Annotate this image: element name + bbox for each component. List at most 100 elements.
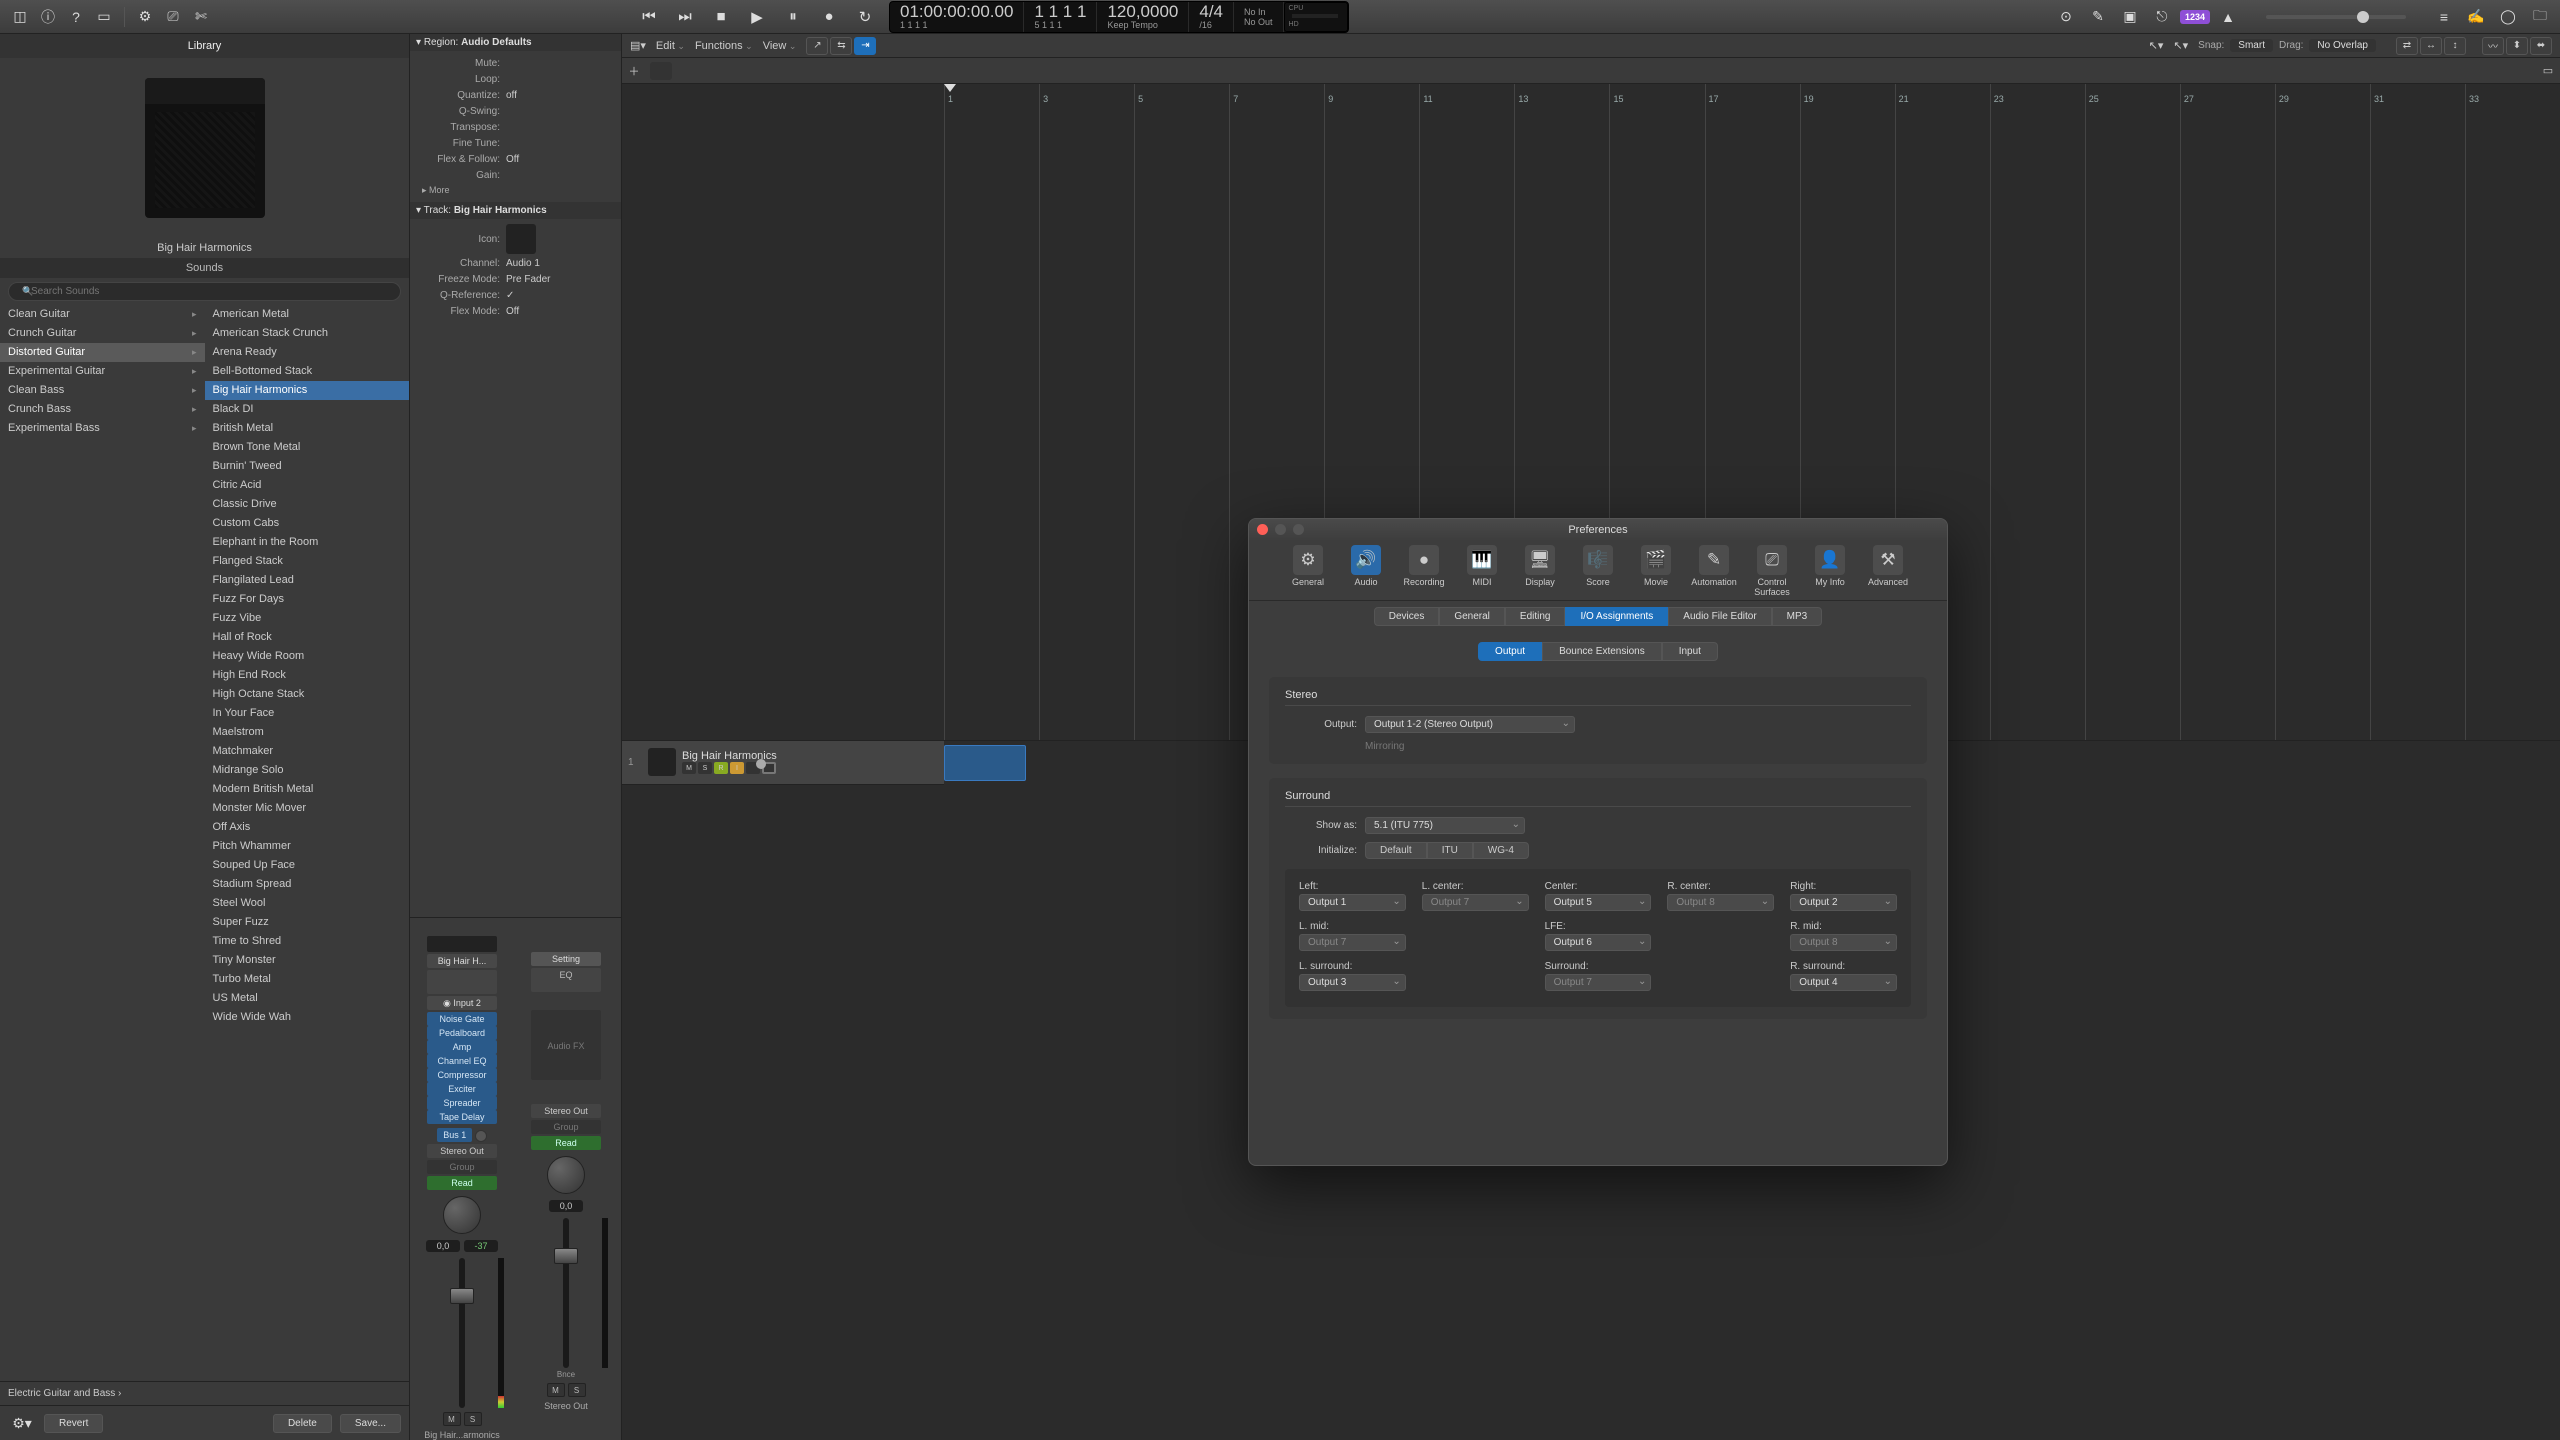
master-volume-slider[interactable] (2266, 15, 2406, 19)
insert-slot[interactable]: Compressor (427, 1068, 497, 1082)
right-output[interactable]: Output 2 (1790, 894, 1897, 911)
patch-item[interactable]: Tiny Monster (205, 951, 410, 970)
timecode[interactable]: 01:00:00:00.00 (900, 3, 1013, 20)
revert-button[interactable]: Revert (44, 1414, 103, 1433)
save-button[interactable]: Save... (340, 1414, 401, 1433)
track-color-swatch[interactable] (427, 936, 497, 952)
insert-slot[interactable]: Exciter (427, 1082, 497, 1096)
sounds-tab[interactable]: Sounds (0, 258, 409, 278)
subtab-output[interactable]: Output (1478, 642, 1542, 661)
edit-menu[interactable]: Edit (656, 40, 685, 52)
solo-button[interactable]: S (464, 1412, 482, 1426)
play-button[interactable]: ▶ (743, 6, 771, 28)
sync-icon[interactable]: ⎋ (2150, 6, 2174, 28)
setting-slot[interactable]: Setting (531, 952, 601, 966)
smart-controls-icon[interactable]: ⚙ (133, 6, 157, 28)
track-icon[interactable] (648, 748, 676, 776)
solo-button[interactable]: S (698, 762, 712, 774)
audiofx-slot[interactable]: Audio FX (531, 1010, 601, 1080)
prefs-tab-display[interactable]: 🖥Display (1512, 545, 1568, 587)
track-header[interactable]: 1 Big Hair Harmonics M S R I (622, 741, 944, 785)
strip-name[interactable]: Big Hair H... (427, 954, 497, 968)
zoom-h-icon[interactable]: ↔ (2420, 37, 2442, 55)
tab-mp-[interactable]: MP3 (1772, 607, 1823, 626)
editors-icon[interactable]: ✄ (189, 6, 213, 28)
lcd-display[interactable]: 01:00:00:00.001 1 1 1 1 1 1 15 1 1 1 120… (889, 1, 1349, 33)
patch-item[interactable]: British Metal (205, 419, 410, 438)
prefs-tab-score[interactable]: 🎼Score (1570, 545, 1626, 587)
prefs-tab-recording[interactable]: ●Recording (1396, 545, 1452, 587)
subtab-bounce-extensions[interactable]: Bounce Extensions (1542, 642, 1662, 661)
region-section[interactable]: ▾ Region: Audio Defaults (410, 34, 621, 51)
insert-slot[interactable]: Amp (427, 1040, 497, 1054)
category-item[interactable]: Distorted Guitar▸ (0, 343, 205, 362)
patch-item[interactable]: Classic Drive (205, 495, 410, 514)
lfe-output[interactable]: Output 6 (1545, 934, 1652, 951)
rsurround-output[interactable]: Output 4 (1790, 974, 1897, 991)
patch-item[interactable]: Arena Ready (205, 343, 410, 362)
count-in-badge[interactable]: 1234 (2180, 10, 2210, 24)
flex-icon[interactable]: ⇆ (830, 37, 852, 55)
patch-item[interactable]: Stadium Spread (205, 875, 410, 894)
patch-item[interactable]: Brown Tone Metal (205, 438, 410, 457)
track-section[interactable]: ▾ Track: Big Hair Harmonics (410, 202, 621, 219)
patch-item[interactable]: Big Hair Harmonics (205, 381, 410, 400)
bounce-button[interactable]: Bnce (557, 1370, 575, 1379)
search-input[interactable] (8, 282, 401, 301)
zoom-v-icon[interactable]: ↕ (2444, 37, 2466, 55)
tab-audio-file-editor[interactable]: Audio File Editor (1668, 607, 1771, 626)
category-item[interactable]: Crunch Bass▸ (0, 400, 205, 419)
record-button[interactable]: ● (815, 6, 843, 28)
quickhelp-icon[interactable]: ? (64, 6, 88, 28)
patch-item[interactable]: High End Rock (205, 666, 410, 685)
patch-item[interactable]: Turbo Metal (205, 970, 410, 989)
gear-icon[interactable]: ⚙▾ (10, 1412, 34, 1434)
tab-devices[interactable]: Devices (1374, 607, 1440, 626)
insert-slot[interactable]: Spreader (427, 1096, 497, 1110)
drag-select[interactable]: No Overlap (2309, 39, 2376, 52)
catch-icon[interactable]: ⇥ (854, 37, 876, 55)
track-volume-slider[interactable] (746, 762, 760, 774)
tab-i-o-assignments[interactable]: I/O Assignments (1565, 607, 1668, 626)
patch-item[interactable]: Custom Cabs (205, 514, 410, 533)
group-slot[interactable]: Group (427, 1160, 497, 1174)
patch-item[interactable]: Modern British Metal (205, 780, 410, 799)
forward-button[interactable]: ⏭ (671, 6, 699, 28)
list-editors-icon[interactable]: ≡ (2432, 6, 2456, 28)
send-bus[interactable]: Bus 1 (437, 1128, 472, 1142)
init-default[interactable]: Default (1365, 842, 1427, 859)
audio-region[interactable] (944, 745, 1026, 781)
patch-item[interactable]: Citric Acid (205, 476, 410, 495)
tab-general[interactable]: General (1439, 607, 1505, 626)
group-slot[interactable]: Group (531, 1120, 601, 1134)
patch-item[interactable]: Flangilated Lead (205, 571, 410, 590)
insert-slot[interactable]: Channel EQ (427, 1054, 497, 1068)
signature[interactable]: 4/4 (1199, 3, 1223, 20)
stop-button[interactable]: ■ (707, 6, 735, 28)
link-icon[interactable]: ⇄ (2396, 37, 2418, 55)
add-track-button[interactable]: ＋ (622, 63, 646, 79)
rcenter-output[interactable]: Output 8 (1667, 894, 1774, 911)
automation-icon[interactable]: ↗ (806, 37, 828, 55)
library-toggle-icon[interactable]: ◫ (8, 6, 32, 28)
rmid-output[interactable]: Output 8 (1790, 934, 1897, 951)
insert-slot[interactable]: Noise Gate (427, 1012, 497, 1026)
lmid-output[interactable]: Output 7 (1299, 934, 1406, 951)
tab-editing[interactable]: Editing (1505, 607, 1566, 626)
track-menu-icon[interactable]: ▤▾ (630, 39, 646, 52)
patch-item[interactable]: In Your Face (205, 704, 410, 723)
cycle-button[interactable]: ↻ (851, 6, 879, 28)
patch-item[interactable]: Maelstrom (205, 723, 410, 742)
patch-item[interactable]: Heavy Wide Room (205, 647, 410, 666)
patch-item[interactable]: Hall of Rock (205, 628, 410, 647)
rewind-button[interactable]: ⏮ (635, 6, 663, 28)
view-menu[interactable]: View (763, 40, 797, 52)
pan-knob[interactable] (443, 1196, 481, 1234)
solo-icon[interactable]: ▣ (2118, 6, 2142, 28)
input-monitor[interactable]: I (730, 762, 744, 774)
automation-mode[interactable]: Read (531, 1136, 601, 1150)
hide-tracks-icon[interactable]: ▭ (2536, 64, 2560, 77)
surround-output[interactable]: Output 7 (1545, 974, 1652, 991)
alt-tool[interactable]: ↖▾ (2173, 39, 2188, 52)
prefs-tab-movie[interactable]: 🎬Movie (1628, 545, 1684, 587)
